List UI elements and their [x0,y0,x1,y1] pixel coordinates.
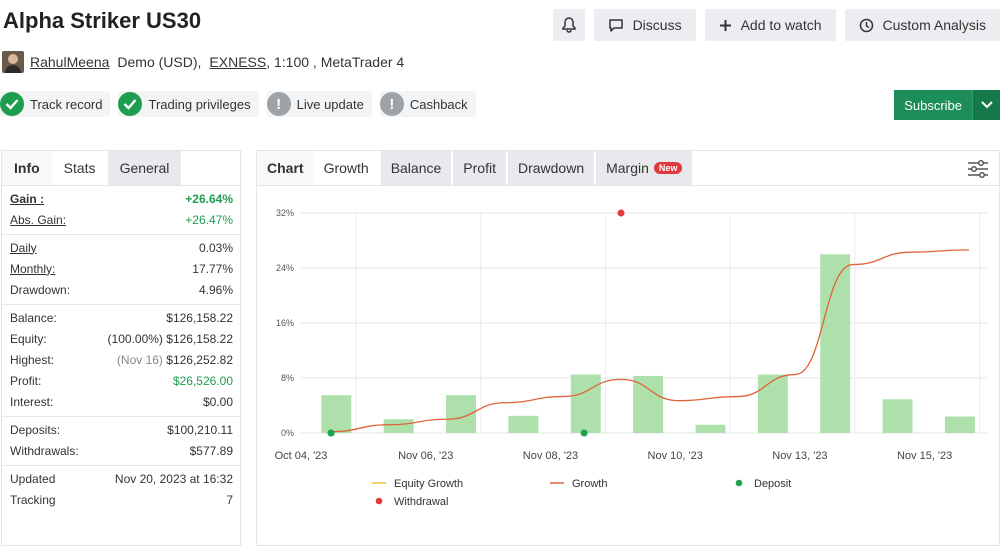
exclamation-icon: ! [379,92,404,116]
tab-balance[interactable]: Balance [380,151,452,185]
sliders-icon [968,159,988,179]
growth-bar [508,415,539,433]
legend-label: Growth [572,478,607,490]
broker-link[interactable]: EXNESS [209,54,266,70]
bell-icon [561,17,576,33]
withdrawal-marker [617,209,625,217]
growth-bar [757,374,788,433]
stat-daily: Daily 0.03% [10,240,233,255]
discuss-label: Discuss [632,17,682,33]
balance-group: Balance: $126,158.22 Equity: (100.00%) $12… [2,305,240,417]
deposit-marker [327,429,335,437]
deposit-group: Deposits: $100,210.11 Withdrawals: $577.89 [2,417,240,466]
subscribe-button[interactable]: Subscribe [894,90,972,120]
stat-tracking: Tracking 7 [10,492,233,507]
x-tick-label: Nov 10, '23 [648,450,703,462]
tab-info[interactable]: Info [2,151,52,185]
avatar[interactable] [2,51,24,73]
x-tick-label: Nov 15, '23 [897,450,952,462]
new-badge: New [653,162,683,174]
update-group: Updated Nov 20, 2023 at 16:32 Tracking 7 [2,466,240,514]
stats-panel: Info Stats General Gain : +26.64% Abs. Ga… [1,150,241,546]
growth-bar [570,374,601,433]
chevron-down-icon [980,101,993,109]
stat-updated: Updated Nov 20, 2023 at 16:32 [10,471,233,486]
legend-label: Equity Growth [394,478,463,490]
exclamation-icon: ! [266,92,291,116]
chart-tabs: Chart Growth Balance Profit Drawdown Mar… [257,151,999,186]
y-tick-label: 24% [276,263,294,273]
badge-trading-privileges[interactable]: Trading privileges [118,91,259,117]
custom-analysis-label: Custom Analysis [882,17,986,33]
chat-icon [608,18,623,32]
y-tick-label: 16% [276,318,294,328]
verification-badges: Track record Trading privileges ! Live u… [0,91,476,117]
chart-panel: Chart Growth Balance Profit Drawdown Mar… [256,150,1000,546]
stat-monthly: Monthly: 17.77% [10,261,233,276]
tab-margin[interactable]: Margin New [596,151,693,185]
tab-growth[interactable]: Growth [313,151,379,185]
legend-label: Withdrawal [394,496,448,508]
legend-label: Deposit [754,478,791,490]
y-tick-label: 32% [276,208,294,218]
rate-group: Daily 0.03% Monthly: 17.77% Drawdown: 4.96% [2,235,240,305]
notify-button[interactable] [552,9,585,41]
badge-cashback[interactable]: ! Cashback [379,91,476,117]
check-icon [0,92,24,116]
growth-bar [633,375,664,433]
stat-equity: Equity: (100.00%) $126,158.22 [10,331,233,346]
stats-tabs: Info Stats General [2,151,240,186]
tab-chart[interactable]: Chart [257,151,314,185]
clock-icon [859,18,873,32]
badge-live-update[interactable]: ! Live update [266,91,372,117]
growth-bar [695,424,726,433]
tab-general[interactable]: General [107,151,182,185]
account-info: RahulMeena Demo (USD), EXNESS , 1:100 , … [2,51,404,73]
stat-deposits: Deposits: $100,210.11 [10,422,233,437]
stat-interest: Interest: $0.00 [10,394,233,409]
growth-bar [882,399,913,433]
growth-bar [321,395,352,433]
x-tick-label: Nov 08, '23 [523,450,578,462]
x-tick-label: Oct 04, '23 [275,450,328,462]
tab-profit[interactable]: Profit [453,151,506,185]
page-title: Alpha Striker US30 [3,8,202,33]
x-tick-label: Nov 13, '23 [772,450,827,462]
growth-bar [944,416,975,433]
stat-highest: Highest: (Nov 16) $126,252.82 [10,352,233,367]
check-icon [118,92,143,116]
stat-drawdown: Drawdown: 4.96% [10,282,233,297]
y-tick-label: 0% [281,428,294,438]
add-to-watch-label: Add to watch [740,17,822,33]
chart-settings-button[interactable] [967,159,989,184]
growth-bar [820,254,851,433]
subscribe-control: Subscribe [894,90,1000,120]
deposit-marker [580,429,588,437]
growth-bar [383,419,414,433]
custom-analysis-button[interactable]: Custom Analysis [844,9,1000,41]
y-tick-label: 8% [281,373,294,383]
growth-chart: 0% 8% 16% 24% 32% Oct 04, '23 Nov 06, '23 Nov 0… [275,208,987,508]
stat-abs-gain: Abs. Gain: +26.47% [10,212,233,227]
stat-balance: Balance: $126,158.22 [10,310,233,325]
stat-gain: Gain : +26.64% [10,191,233,206]
gain-group: Gain : +26.64% Abs. Gain: +26.47% [2,186,240,235]
tab-stats[interactable]: Stats [51,151,108,185]
leverage-platform: , 1:100 , MetaTrader 4 [266,54,405,70]
subscribe-dropdown[interactable] [972,90,1000,120]
plus-icon [719,19,731,31]
legend-swatch [735,479,743,487]
add-to-watch-button[interactable]: Add to watch [704,9,836,41]
top-actions: Discuss Add to watch Custom Analysis [552,9,1000,41]
legend-swatch [375,497,383,505]
account-type: Demo (USD), [117,54,202,70]
tab-drawdown[interactable]: Drawdown [507,151,595,185]
discuss-button[interactable]: Discuss [593,9,696,41]
stat-withdrawals: Withdrawals: $577.89 [10,443,233,458]
badge-track-record[interactable]: Track record [0,91,111,117]
x-tick-label: Nov 06, '23 [398,450,453,462]
username-link[interactable]: RahulMeena [30,54,109,70]
stat-profit: Profit: $26,526.00 [10,373,233,388]
